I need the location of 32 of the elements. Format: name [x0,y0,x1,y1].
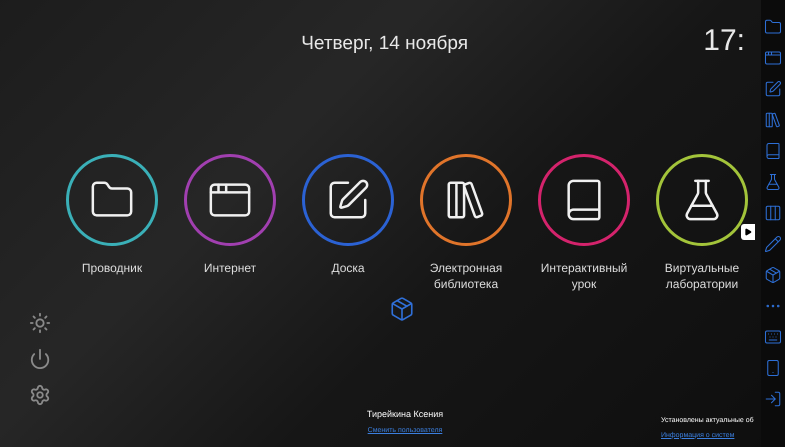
app-label: Интерактивный урок [540,260,628,292]
remote-icon[interactable] [764,359,782,377]
app-tile-button[interactable] [302,154,394,246]
box-icon[interactable] [389,296,415,322]
settings-icon[interactable] [29,384,51,406]
power-icon[interactable] [29,348,51,370]
expand-arrow-button[interactable] [741,224,755,240]
user-name: Тирейкина Ксения [366,408,444,421]
app-tile-button[interactable] [66,154,158,246]
box-icon[interactable] [764,266,782,284]
app-tile-button[interactable] [420,154,512,246]
flask-icon[interactable] [764,173,782,191]
pencil-icon[interactable] [764,235,782,253]
books-icon[interactable] [764,111,782,129]
brightness-icon[interactable] [29,312,51,334]
play-icon [744,228,752,236]
app-tile-button[interactable] [184,154,276,246]
keyboard-icon[interactable] [764,328,782,346]
app-label: Виртуальные лаборатории [664,260,740,292]
app-label: Электронная библиотека [428,260,504,292]
pen-square-icon[interactable] [764,80,782,98]
app-label: Проводник [80,260,144,276]
book-icon[interactable] [764,142,782,160]
clock-text: 17: [703,26,745,56]
columns-icon[interactable] [764,204,782,222]
app-label: Доска [330,260,366,276]
exit-icon[interactable] [764,390,782,408]
app-tile-button[interactable] [538,154,630,246]
browser-window-icon[interactable] [764,49,782,67]
folder-icon[interactable] [764,18,782,36]
app-label: Интернет [202,260,258,276]
date-text: Четверг, 14 ноября [301,32,468,56]
